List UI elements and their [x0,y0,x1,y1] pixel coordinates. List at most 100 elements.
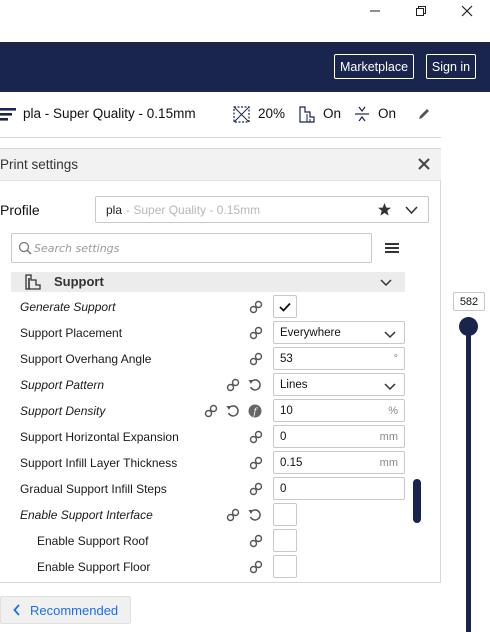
unit-label: mm [379,431,398,443]
setting-row-generate-support: Generate Support [0,294,410,320]
horizontal-expansion-input[interactable]: 0 mm [273,425,405,448]
reset-icon[interactable] [247,377,263,393]
support-icon [299,106,315,123]
app-header: Marketplace Sign in [0,42,490,92]
select-value: Lines [280,379,308,391]
chevron-left-icon [13,604,21,616]
print-setup-bar[interactable]: pla - Super Quality - 0.15mm 20% On On [0,92,441,138]
support-density-input[interactable]: 10 % [273,399,405,422]
setting-row-overhang-angle: Support Overhang Angle 53 ° [0,346,410,372]
chevron-down-icon[interactable] [380,276,392,290]
link-icon[interactable] [248,455,264,471]
adhesion-value: On [378,106,397,121]
sign-in-button[interactable]: Sign in [426,54,476,79]
unit-label: ° [393,353,398,365]
reset-icon[interactable] [225,403,241,419]
adhesion-icon [354,106,370,122]
setting-label: Support Density [20,404,106,418]
search-field[interactable] [11,233,372,263]
select-value: Everywhere [280,327,341,339]
link-icon[interactable] [248,351,264,367]
setting-label: Support Overhang Angle [20,352,152,366]
setting-row-support-density: Support Density f 10 % [0,398,410,424]
search-icon [18,241,32,258]
profile-sub: - Super Quality - 0.15mm [126,203,261,217]
setting-row-infill-layer-thickness: Support Infill Layer Thickness 0.15 mm [0,450,410,476]
support-interface-checkbox[interactable] [273,503,297,526]
link-icon[interactable] [248,429,264,445]
edit-pencil-icon[interactable] [417,107,431,121]
checkmark-icon [279,302,291,312]
profile-label: Profile [0,202,40,218]
link-icon[interactable] [248,533,264,549]
link-icon[interactable] [248,481,264,497]
layer-value-label[interactable]: 582 [453,292,485,311]
setting-row-horizontal-expansion: Support Horizontal Expansion 0 mm [0,424,410,450]
panel-header: Print settings [0,149,441,181]
category-header-support[interactable]: Support [11,272,405,292]
gradual-infill-steps-input[interactable]: 0 [273,477,405,500]
link-icon[interactable] [225,507,241,523]
close-window-icon[interactable] [444,0,490,22]
link-icon[interactable] [248,325,264,341]
panel-title: Print settings [0,157,79,172]
print-profile-icon [0,106,16,122]
setting-label: Enable Support Roof [37,534,149,548]
setting-label: Enable Support Interface [20,508,153,522]
close-icon[interactable] [415,155,433,173]
chevron-down-icon [384,380,396,394]
input-value: 0.15 [280,457,303,469]
setting-row-support-floor: Enable Support Floor [0,554,410,580]
reset-icon[interactable] [247,507,263,523]
support-category-icon [25,273,41,293]
infill-icon [233,106,250,123]
overhang-angle-input[interactable]: 53 ° [273,347,405,370]
support-roof-checkbox[interactable] [273,529,297,552]
input-value: 0 [280,431,287,443]
infill-value: 20% [258,106,286,121]
generate-support-checkbox[interactable] [273,295,297,318]
support-value: On [323,106,342,121]
support-placement-select[interactable]: Everywhere [273,321,405,344]
right-strip-top [441,92,490,115]
infill-layer-thickness-input[interactable]: 0.15 mm [273,451,405,474]
chevron-down-icon [384,328,396,342]
menu-icon[interactable] [385,241,399,258]
setting-label: Support Horizontal Expansion [20,430,179,444]
setting-label: Support Infill Layer Thickness [20,456,178,470]
input-value: 53 [280,353,293,365]
support-floor-checkbox[interactable] [273,555,297,578]
support-pattern-select[interactable]: Lines [273,373,405,396]
minimize-icon[interactable] [352,0,398,22]
setting-label: Support Placement [20,326,123,340]
layer-slider-track[interactable] [466,325,471,632]
setting-row-support-placement: Support Placement Everywhere [0,320,410,346]
chevron-down-icon[interactable] [405,204,418,218]
restore-icon[interactable] [398,0,444,22]
setting-row-support-pattern: Support Pattern Lines [0,372,410,398]
function-icon[interactable]: f [247,403,263,419]
layer-slider-handle[interactable] [459,317,478,336]
link-icon[interactable] [225,377,241,393]
unit-label: % [388,405,398,417]
link-icon[interactable] [248,299,264,315]
print-settings-panel: Print settings Profile pla - Super Qualit… [0,148,441,632]
recommended-button[interactable]: Recommended [0,596,131,624]
link-icon[interactable] [203,403,219,419]
print-profile-text: pla - Super Quality - 0.15mm [23,106,196,121]
link-icon[interactable] [248,559,264,575]
profile-select[interactable]: pla - Super Quality - 0.15mm [95,196,429,223]
settings-scrollbar[interactable] [413,479,421,523]
input-value: 0 [280,483,287,495]
setting-row-support-roof: Enable Support Roof [0,528,410,554]
setting-label: Enable Support Floor [37,560,151,574]
setting-label: Support Pattern [20,378,105,392]
setting-row-support-interface: Enable Support Interface [0,502,410,528]
profile-name: pla [106,203,123,217]
input-value: 10 [280,405,293,417]
star-icon[interactable] [377,202,392,220]
search-input[interactable] [34,240,334,256]
recommended-label: Recommended [30,602,119,618]
marketplace-button[interactable]: Marketplace [334,54,414,79]
unit-label: mm [379,457,398,469]
